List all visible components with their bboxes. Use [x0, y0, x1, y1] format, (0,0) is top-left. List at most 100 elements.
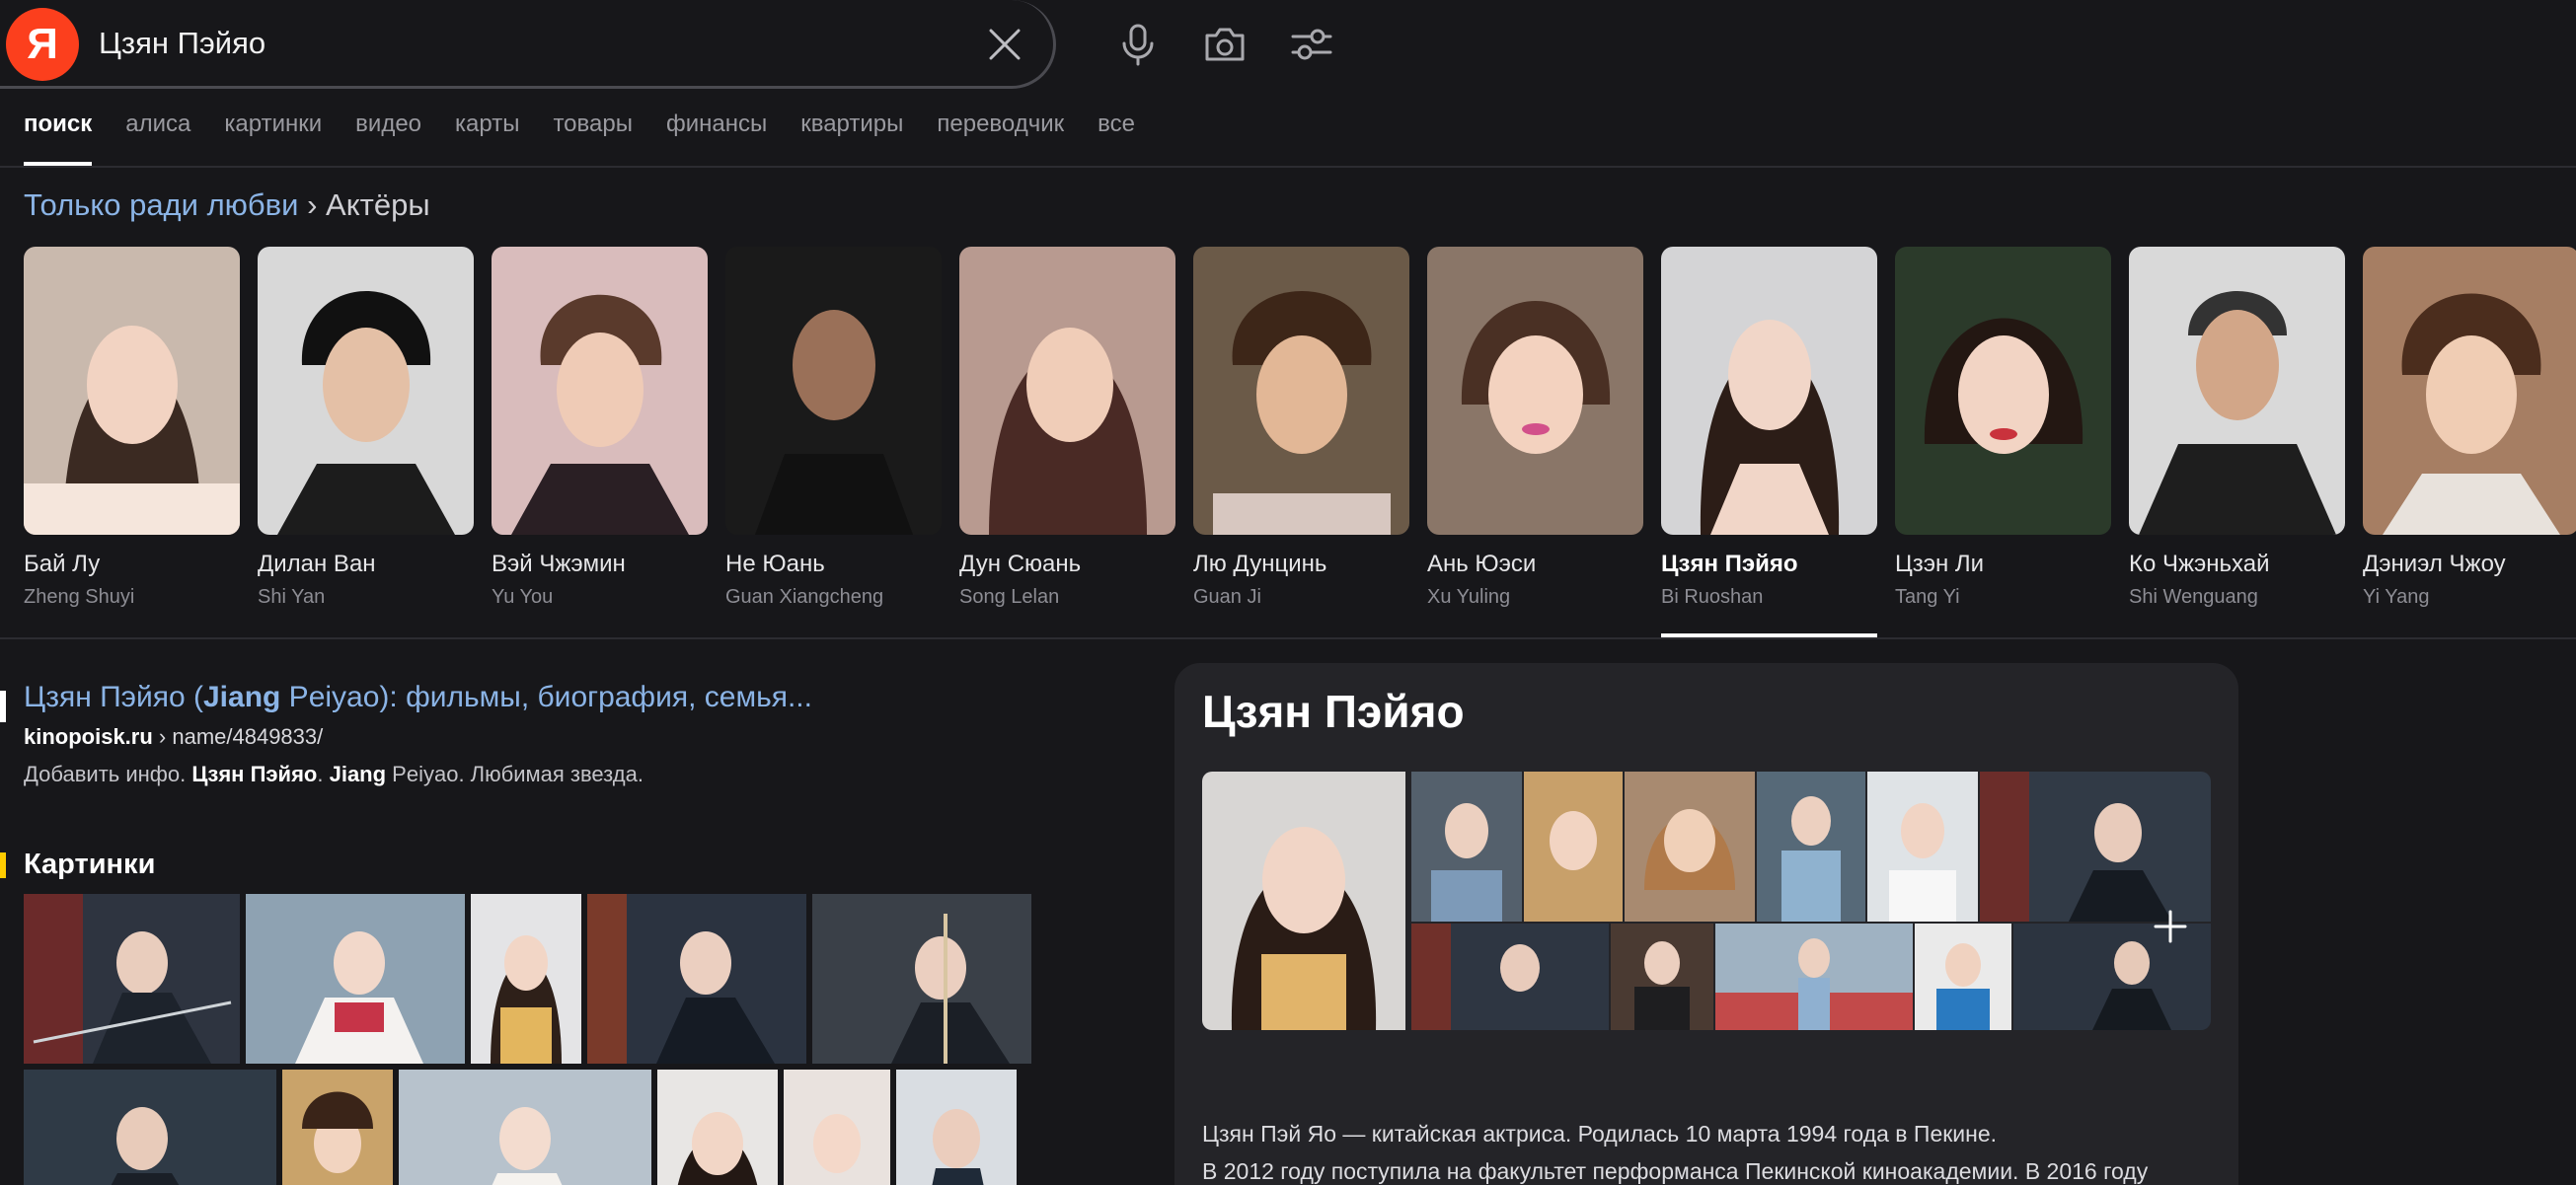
tab-finance[interactable]: финансы	[666, 111, 767, 166]
gallery-image[interactable]	[1411, 772, 1522, 922]
actor-role: Yu You	[492, 586, 554, 608]
tab-products[interactable]: товары	[553, 111, 633, 166]
gallery-image[interactable]	[1757, 772, 1865, 922]
image-thumbnail[interactable]	[812, 894, 1031, 1064]
actor-name: Цзэн Ли	[1895, 551, 1985, 577]
actor-photo	[1661, 247, 1877, 535]
tab-realty[interactable]: квартиры	[800, 111, 903, 166]
result-title-part: Peiyao): фильмы, биография, семья...	[280, 681, 812, 713]
actor-card[interactable]: Не Юань Guan Xiangcheng	[725, 247, 942, 609]
tab-video[interactable]: видео	[355, 111, 421, 166]
tab-search[interactable]: поиск	[24, 111, 93, 166]
camera-icon[interactable]	[1200, 20, 1250, 69]
result-title-bold: Jiang	[202, 681, 281, 713]
actor-photo	[1895, 247, 2111, 535]
image-thumbnail[interactable]	[399, 1070, 651, 1185]
image-thumbnail[interactable]	[282, 1070, 393, 1185]
filters-icon[interactable]	[1287, 20, 1336, 69]
image-thumbnail[interactable]	[784, 1070, 890, 1185]
actor-photo	[2363, 247, 2576, 535]
card-title: Цзян Пэйяо	[1202, 686, 1465, 737]
gallery-image[interactable]	[1625, 772, 1755, 922]
actor-role: Guan Xiangcheng	[725, 586, 884, 608]
actor-name: Вэй Чжэмин	[492, 551, 626, 577]
tabs-divider	[0, 166, 2576, 168]
images-section-title[interactable]: Картинки	[24, 849, 155, 881]
actor-name: Цзян Пэйяо	[1661, 551, 1798, 577]
actor-card[interactable]: Вэй Чжэмин Yu You	[492, 247, 708, 609]
actor-card[interactable]: Ко Чжэньхай Shi Wenguang	[2129, 247, 2345, 609]
actor-role: Bi Ruoshan	[1661, 586, 1764, 608]
gallery-image[interactable]	[1867, 772, 1978, 922]
actor-card[interactable]: Бай Лу Zheng Shuyi	[24, 247, 240, 609]
actor-name: Лю Дунцинь	[1193, 551, 1327, 577]
actor-name: Дэниэл Чжоу	[2363, 551, 2506, 577]
snippet-part: .	[317, 762, 330, 786]
image-thumbnail[interactable]	[24, 894, 240, 1064]
gallery-image[interactable]	[1524, 772, 1623, 922]
image-thumbnail[interactable]	[471, 894, 581, 1064]
plus-icon[interactable]	[2148, 904, 2193, 949]
image-thumbnail[interactable]	[896, 1070, 1017, 1185]
card-gallery	[1411, 772, 2211, 1030]
image-thumbnail[interactable]	[246, 894, 465, 1064]
tab-translator[interactable]: переводчик	[937, 111, 1064, 166]
result-domain: kinopoisk.ru	[24, 724, 153, 749]
actor-card-selected[interactable]: Цзян Пэйяо Bi Ruoshan	[1661, 247, 1877, 637]
actor-card[interactable]: Дилан Ван Shi Yan	[258, 247, 474, 609]
result-marker	[0, 691, 6, 722]
actor-card[interactable]: Цзэн Ли Tang Yi	[1895, 247, 2111, 609]
result-url[interactable]: kinopoisk.ru › name/4849833/	[24, 724, 1109, 750]
actor-name: Дилан Ван	[258, 551, 376, 577]
gallery-image[interactable]	[1411, 924, 1609, 1030]
card-bio-line: Цзян Пэй Яо — китайская актриса. Родилас…	[1202, 1121, 1998, 1147]
actor-role: Xu Yuling	[1427, 586, 1511, 608]
images-row	[24, 894, 1031, 1064]
microphone-icon[interactable]	[1113, 20, 1163, 69]
actor-photo	[959, 247, 1175, 535]
actor-name: Ко Чжэньхай	[2129, 551, 2270, 577]
actor-photo	[492, 247, 708, 535]
actor-role: Shi Yan	[258, 586, 326, 608]
knowledge-card: Цзян Пэйяо Цзян Пэй Яо — китайская актри…	[1174, 663, 2238, 1185]
breadcrumb-parent-link[interactable]: Только ради любви	[24, 187, 298, 222]
result-title-link[interactable]: Цзян Пэйяо (Jiang Peiyao): фильмы, биогр…	[24, 681, 1109, 714]
yandex-logo[interactable]: Я	[6, 8, 79, 81]
actor-photo	[725, 247, 942, 535]
image-thumbnail[interactable]	[657, 1070, 778, 1185]
actor-role: Yi Yang	[2363, 586, 2430, 608]
actor-card[interactable]: Ань Юэси Xu Yuling	[1427, 247, 1643, 609]
logo-letter: Я	[27, 20, 58, 68]
actor-card[interactable]: Лю Дунцинь Guan Ji	[1193, 247, 1409, 609]
images-row	[24, 1070, 1017, 1185]
actor-photo	[2129, 247, 2345, 535]
search-result: Цзян Пэйяо (Jiang Peiyao): фильмы, биогр…	[24, 681, 1109, 787]
actor-card[interactable]: Дэниэл Чжоу Yi Yang	[2363, 247, 2576, 609]
actor-role: Guan Ji	[1193, 586, 1261, 608]
image-thumbnail[interactable]	[24, 1070, 276, 1185]
search-tabs: поиск алиса картинки видео карты товары …	[24, 111, 1135, 166]
tab-maps[interactable]: карты	[455, 111, 519, 166]
result-path: › name/4849833/	[152, 724, 324, 749]
actor-photo	[1427, 247, 1643, 535]
gallery-image[interactable]	[1715, 924, 1913, 1030]
gallery-image[interactable]	[1980, 772, 2211, 922]
actor-photo	[1193, 247, 1409, 535]
tab-alice[interactable]: алиса	[125, 111, 190, 166]
result-snippet: Добавить инфо. Цзян Пэйяо. Jiang Peiyao.…	[24, 762, 1109, 787]
card-main-photo[interactable]	[1202, 772, 1405, 1030]
tab-all[interactable]: все	[1098, 111, 1135, 166]
snippet-part: Добавить инфо.	[24, 762, 192, 786]
actor-name: Бай Лу	[24, 551, 101, 577]
image-thumbnail[interactable]	[587, 894, 806, 1064]
actors-carousel: Бай Лу Zheng Shuyi Дилан Ван Shi Yan Вэй…	[24, 247, 2576, 637]
actor-card[interactable]: Дун Сюань Song Lelan	[959, 247, 1175, 609]
tab-images[interactable]: картинки	[224, 111, 322, 166]
snippet-bold: Цзян Пэйяо	[191, 762, 318, 786]
breadcrumb-current: Актёры	[326, 187, 430, 222]
gallery-image[interactable]	[1915, 924, 2011, 1030]
close-icon[interactable]	[982, 22, 1027, 67]
search-input[interactable]: Цзян Пэйяо	[99, 26, 265, 61]
actor-name: Дун Сюань	[959, 551, 1082, 577]
gallery-image[interactable]	[1611, 924, 1713, 1030]
